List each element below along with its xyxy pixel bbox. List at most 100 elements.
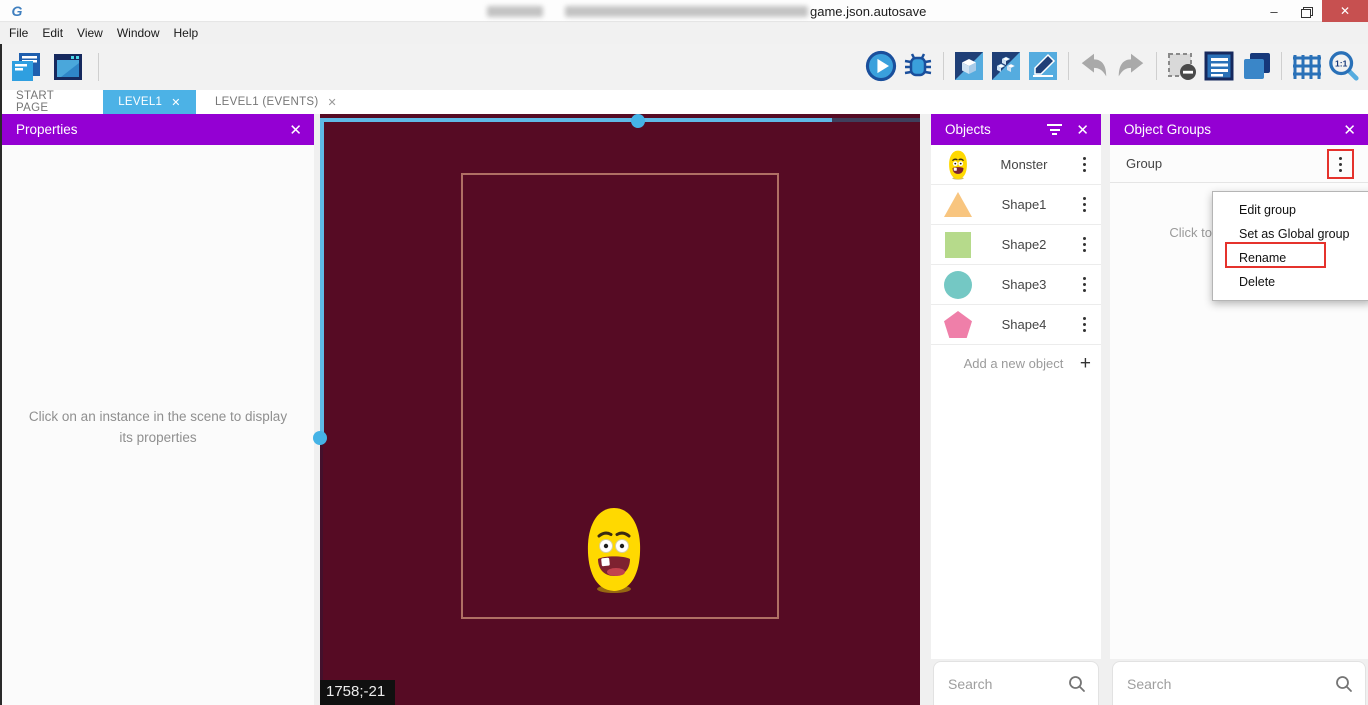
object-row-shape2[interactable]: Shape2	[931, 225, 1101, 265]
debug-icon[interactable]	[902, 49, 934, 83]
redacted-path-segment	[565, 6, 808, 17]
instance-properties-icon[interactable]	[1027, 49, 1059, 83]
close-panel-icon[interactable]: ✕	[289, 121, 302, 139]
object-row-shape4[interactable]: Shape4	[931, 305, 1101, 345]
panel-title: Properties	[16, 122, 289, 137]
close-button[interactable]: ✕	[1322, 0, 1368, 22]
search-icon	[1068, 675, 1086, 693]
tab-close-icon[interactable]: ✕	[328, 96, 338, 109]
monster-instance[interactable]	[582, 506, 646, 594]
properties-empty-message: Click on an instance in the scene to dis…	[2, 406, 314, 448]
toolbar-divider	[98, 53, 99, 81]
tab-level1-events[interactable]: LEVEL1 (EVENTS) ✕	[196, 90, 356, 114]
objects-list: Monster Shape1 Shape2 Shape3 Shape4	[931, 145, 1101, 659]
undo-icon[interactable]	[1078, 49, 1110, 83]
resize-handle-left[interactable]	[313, 431, 327, 445]
gdevelop-window: G game.json.autosave – ✕ File Edit View …	[0, 0, 1368, 705]
object-row-shape3[interactable]: Shape3	[931, 265, 1101, 305]
group-hint-text: Click to	[1110, 225, 1212, 240]
objects-search-bar	[933, 661, 1099, 705]
menu-view[interactable]: View	[70, 23, 110, 44]
play-icon[interactable]	[865, 49, 897, 83]
zoom-1-1-icon[interactable]: 1:1	[1328, 49, 1360, 83]
window-title-text: game.json.autosave	[810, 4, 926, 19]
redo-icon[interactable]	[1115, 49, 1147, 83]
close-icon: ✕	[1340, 4, 1350, 18]
add-object-button[interactable]: Add a new object +	[931, 345, 1101, 381]
object-menu-icon[interactable]	[1075, 317, 1093, 332]
tab-label: START PAGE	[16, 90, 87, 114]
object-name: Shape2	[973, 237, 1075, 252]
resize-handle-top[interactable]	[631, 114, 645, 128]
group-name: Group	[1126, 156, 1358, 171]
menu-help[interactable]: Help	[167, 23, 206, 44]
toolbar-divider	[943, 52, 944, 80]
monster-thumbnail-icon	[943, 150, 973, 180]
group-menu-icon[interactable]	[1332, 157, 1350, 172]
instances-list-icon[interactable]	[1203, 49, 1235, 83]
object-row-shape1[interactable]: Shape1	[931, 185, 1101, 225]
menu-item-edit-group[interactable]: Edit group	[1213, 198, 1368, 222]
group-context-menu: Edit group Set as Global group Rename De…	[1212, 191, 1368, 301]
panel-title: Object Groups	[1124, 122, 1343, 137]
close-panel-icon[interactable]: ✕	[1343, 121, 1356, 139]
editor-tabs: START PAGE LEVEL1 ✕ LEVEL1 (EVENTS) ✕	[0, 90, 1368, 114]
objects-search-input[interactable]	[948, 676, 1068, 692]
menu-file[interactable]: File	[2, 23, 35, 44]
annotation-menu-highlight	[1327, 149, 1354, 179]
object-name: Shape3	[973, 277, 1075, 292]
menu-item-rename[interactable]: Rename	[1213, 246, 1368, 270]
restore-button[interactable]	[1290, 0, 1322, 22]
object-groups-panel-header: Object Groups ✕	[1110, 114, 1368, 145]
objects-editor-icon[interactable]	[953, 49, 985, 83]
plus-icon: +	[1080, 354, 1091, 373]
tab-label: LEVEL1	[118, 96, 162, 108]
object-menu-icon[interactable]	[1075, 197, 1093, 212]
selection-mask-icon[interactable]	[1166, 49, 1198, 83]
minimize-button[interactable]: –	[1258, 0, 1290, 22]
restore-icon	[1301, 7, 1311, 16]
redacted-title-segment	[487, 6, 543, 17]
object-menu-icon[interactable]	[1075, 237, 1093, 252]
layers-icon[interactable]	[1240, 49, 1272, 83]
square-thumbnail-icon	[943, 230, 973, 260]
tab-close-icon[interactable]: ✕	[171, 96, 181, 109]
grid-icon[interactable]	[1291, 49, 1323, 83]
groups-search-input[interactable]	[1127, 676, 1335, 692]
title-bar: G game.json.autosave – ✕	[0, 0, 1368, 22]
circle-thumbnail-icon	[943, 270, 973, 300]
toolbar-divider	[1281, 52, 1282, 80]
object-row-monster[interactable]: Monster	[931, 145, 1101, 185]
menu-window[interactable]: Window	[110, 23, 167, 44]
triangle-thumbnail-icon	[943, 190, 973, 220]
menu-item-delete[interactable]: Delete	[1213, 270, 1368, 294]
object-menu-icon[interactable]	[1075, 157, 1093, 172]
gdevelop-logo-icon: G	[8, 2, 26, 20]
menu-edit[interactable]: Edit	[35, 23, 70, 44]
object-menu-icon[interactable]	[1075, 277, 1093, 292]
objects-panel: Objects ✕ Monster	[931, 114, 1101, 705]
toolbar: 1:1	[0, 44, 1368, 90]
minimize-icon: –	[1270, 4, 1277, 19]
zoom-ratio-label: 1:1	[1335, 58, 1348, 68]
close-panel-icon[interactable]: ✕	[1076, 121, 1089, 139]
tab-level1[interactable]: LEVEL1 ✕	[103, 90, 196, 114]
groups-search-bar	[1112, 661, 1366, 705]
panel-title: Objects	[945, 122, 1047, 137]
tab-label: LEVEL1 (EVENTS)	[215, 96, 319, 108]
selection-edge-left	[320, 118, 324, 438]
group-row[interactable]: Group	[1110, 145, 1368, 183]
menu-bar: File Edit View Window Help	[0, 23, 1368, 44]
scene-canvas[interactable]: 1758;-21	[320, 114, 920, 705]
pentagon-thumbnail-icon	[943, 310, 973, 340]
tab-start-page[interactable]: START PAGE	[0, 90, 103, 114]
filter-icon[interactable]	[1047, 124, 1062, 135]
scene-edge-left	[320, 438, 323, 705]
object-groups-editor-icon[interactable]	[990, 49, 1022, 83]
start-page-icon[interactable]	[52, 50, 84, 84]
object-name: Shape1	[973, 197, 1075, 212]
cursor-coordinates: 1758;-21	[320, 680, 395, 705]
menu-item-set-global-group[interactable]: Set as Global group	[1213, 222, 1368, 246]
properties-panel-header: Properties ✕	[2, 114, 314, 145]
project-manager-icon[interactable]	[10, 50, 42, 84]
